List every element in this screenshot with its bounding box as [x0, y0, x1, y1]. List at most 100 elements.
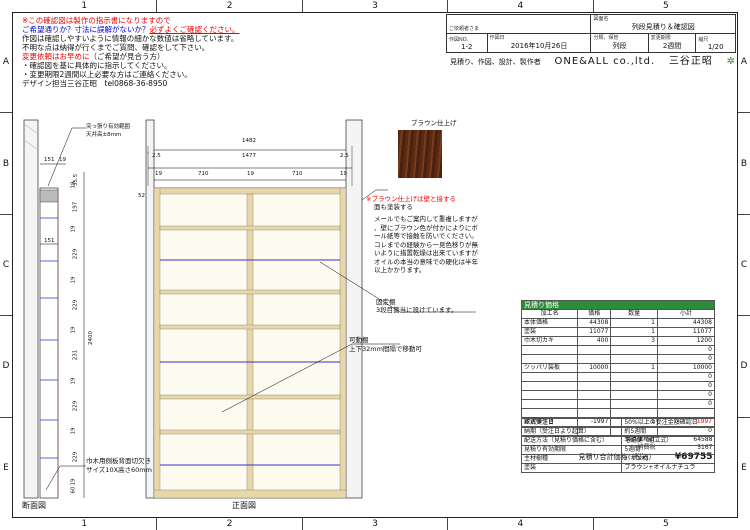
dim-depth-b: 19 — [59, 157, 66, 163]
estimate-cell: 1 — [610, 318, 658, 328]
estimate-cell: 10000 — [577, 363, 612, 373]
dim-vertical-segment: 19 — [70, 225, 77, 233]
col-header: 小計 — [656, 309, 716, 319]
estimate-row: 本体価格 44308 1 44308 — [520, 318, 716, 328]
dim-vertical-segment: 60 — [70, 486, 77, 494]
estimate-row: 0 — [520, 390, 716, 400]
dim-top-gap: 52 — [138, 193, 145, 199]
condition-label: 納期（受注日より起算） — [520, 427, 623, 437]
estimate-cell: 400 — [577, 336, 612, 346]
estimate-cell — [520, 354, 579, 364]
estimate-row: 0 — [520, 372, 716, 382]
estimate-cell: 1200 — [656, 336, 716, 346]
dim-bay-1: 710 — [198, 171, 209, 177]
condition-value: 5週間 — [621, 445, 715, 455]
callout-fixed-shelf: 固定棚 — [376, 298, 396, 306]
estimate-cell: ツッパリ装板 — [520, 363, 579, 373]
dim-vertical-segment: 19 — [70, 427, 77, 435]
front-view-label: 正面図 — [232, 501, 256, 510]
callout-movable-shelf: 可動棚 — [349, 336, 369, 344]
front-view — [145, 119, 363, 499]
estimate-cell — [610, 345, 658, 355]
dim-vertical-segment: 19 — [70, 478, 77, 486]
estimate-cell — [520, 381, 579, 391]
dim-vertical-segment: 19 — [70, 377, 77, 385]
estimate-cell: 11077 — [577, 327, 612, 337]
mail-line: メールでもご案内して重複しますが — [374, 215, 478, 223]
condition-row: 納期（受注日より起算） 約5週間 — [520, 427, 715, 437]
estimate-cell: 塗装 — [520, 327, 579, 337]
dim-vertical-segment: 229 — [72, 400, 79, 412]
estimate-cell — [520, 390, 579, 400]
mail-notice: メールでもご案内して重複しますが 、壁にブラウン色が付かによりにボ ール紙等で接… — [374, 215, 478, 275]
estimate-cell — [520, 372, 579, 382]
dim-middle-panel: 19 — [247, 171, 254, 177]
estimate-row: ツッパリ装板 10000 1 10000 — [520, 363, 716, 373]
condition-label: 塗装 — [520, 463, 623, 473]
mail-line: いように措置乾燥は出来ていますが — [374, 249, 478, 257]
dim-vertical-segment: 19 — [70, 276, 77, 284]
dim-vertical-segment: 229 — [72, 249, 79, 260]
condition-value: パオン材 — [621, 454, 715, 464]
dim-width-inner: 1477 — [242, 153, 256, 159]
mail-line: 、壁にブラウン色が付かによりにボ — [374, 223, 478, 232]
estimate-cell: 11077 — [656, 327, 716, 337]
callout-fixed-shelf-2: 3段目箇当に設けています。 — [376, 306, 458, 314]
condition-row: 見積り有効期限 5週間 — [520, 445, 715, 455]
condition-value: 宅配便（組立式） — [621, 436, 715, 446]
mail-line: 以上かかります。 — [374, 266, 426, 274]
estimate-cell: 0 — [656, 372, 716, 382]
dim-gap-left: 2.5 — [152, 153, 161, 159]
estimate-row — [520, 408, 716, 418]
mail-line: コレまでの経験から一見色移りが無 — [374, 240, 478, 249]
estimate-cell — [577, 399, 612, 409]
estimate-cell — [610, 390, 658, 400]
estimate-row: 0 — [520, 345, 716, 355]
estimate-cell: 0 — [656, 381, 716, 391]
estimate-cell — [610, 372, 658, 382]
dim-vertical-segment: 19 — [70, 181, 77, 189]
estimate-cell: 3 — [610, 336, 658, 346]
estimate-cell: 0 — [656, 399, 716, 409]
estimate-cell: 10000 — [656, 363, 716, 373]
estimate-cell: 1 — [610, 327, 658, 337]
dim-bay-2: 710 — [292, 171, 303, 177]
condition-value: 約5週間 — [621, 427, 715, 437]
dim-side-panel-left: 19 — [155, 171, 162, 177]
estimate-row: 塗装 11077 1 11077 — [520, 327, 716, 337]
estimate-cell — [520, 345, 579, 355]
estimate-cell — [610, 381, 658, 391]
callout-ceiling-tolerance: 天井高±8mm — [86, 132, 122, 138]
estimate-cell — [577, 408, 612, 418]
dim-vertical-segment: 231 — [72, 350, 79, 361]
callout-movable-shelf-2: 上下32mm間隔で移動可 — [349, 345, 422, 353]
condition-label: 配送方法（見積り価格に含む） — [520, 436, 623, 446]
dim-vertical-segment: 229 — [72, 299, 79, 311]
estimate-cell — [520, 408, 579, 418]
estimate-cell — [577, 390, 612, 400]
estimate-cell — [610, 399, 658, 409]
col-header: 価格 — [577, 309, 612, 319]
estimate-cell — [577, 381, 612, 391]
callout-brown-note-2: 面も塗装する — [374, 203, 413, 211]
estimate-header: 見積り価格 — [521, 300, 715, 310]
callout-brown-note: ※ブラウン仕上げは壁と接する — [366, 195, 456, 203]
condition-value: 50%以上の受注金額確認日 — [621, 418, 715, 428]
condition-label: 見積り有効期限 — [520, 445, 623, 455]
dim-depth-c: 151 — [44, 238, 55, 244]
estimate-cell — [520, 399, 579, 409]
col-header: 加工名 — [520, 309, 579, 319]
estimate-cell: 0 — [656, 345, 716, 355]
callout-baseboard-cut: 巾木用側板背面切欠き — [86, 457, 151, 465]
condition-row: 主材樹種 パオン材 — [520, 454, 715, 464]
dim-vertical-segment: 197 — [72, 201, 79, 213]
dim-vertical-segment: 229 — [72, 451, 79, 462]
condition-label: 正式受注日 — [520, 418, 623, 428]
dim-vertical-segment: 19 — [70, 326, 77, 334]
estimate-cell: 0 — [656, 390, 716, 400]
dim-side-panel-right: 19 — [340, 171, 347, 177]
estimate-cell — [610, 408, 658, 418]
condition-row: 塗装 ブラウン+オイルナチュラ — [520, 463, 715, 473]
estimate-row: 0 — [520, 354, 716, 364]
mail-line: オイルの本当の意味での硬化は半年 — [374, 257, 478, 266]
